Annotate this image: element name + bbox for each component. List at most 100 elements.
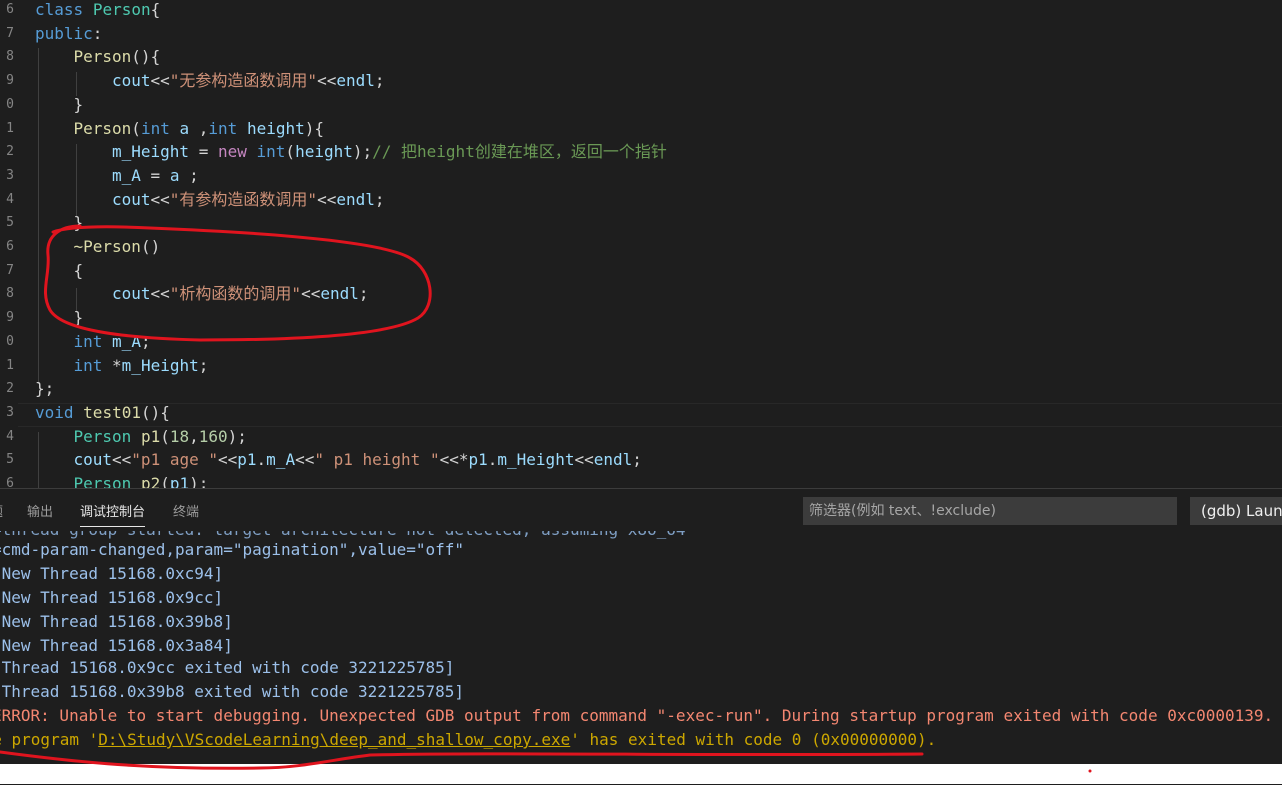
code-token: , <box>189 118 209 138</box>
line-number: 7 <box>6 262 14 278</box>
code-line: cout<<"无参构造函数调用"<<endl; <box>112 69 385 93</box>
code-token: << <box>150 284 170 304</box>
code-token: ); <box>352 142 373 162</box>
line-number: 8 <box>6 286 14 302</box>
code-line: cout<<"析构函数的调用"<<endl; <box>112 282 369 306</box>
code-editor[interactable]: 678901234567890123456 class Person{publi… <box>0 0 1282 488</box>
code-token: = <box>189 142 218 162</box>
code-line: Person p2(p1); <box>74 472 209 488</box>
code-token: cout <box>112 284 151 304</box>
launch-config-select[interactable]: (gdb) Launch <box>1190 497 1282 525</box>
code-token: test01 <box>83 402 141 422</box>
line-number: 6 <box>6 2 14 17</box>
exit-prefix: The program ' <box>0 730 99 749</box>
code-line: } <box>74 211 84 235</box>
code-token: ; <box>632 450 642 470</box>
code-token: m_Height <box>112 142 190 162</box>
tab-output[interactable]: 输出 <box>27 501 53 520</box>
code-token: int <box>256 142 286 162</box>
exit-suffix: ' has exited with code 0 (0x00000000). <box>570 730 937 749</box>
code-token: m_Height <box>121 355 199 375</box>
code-token: m_A <box>112 331 141 351</box>
code-token: endl <box>336 189 375 209</box>
code-line: public: <box>35 22 102 46</box>
console-filter-input[interactable]: 筛选器(例如 text、!exclude) <box>803 497 1177 525</box>
code-token: << <box>218 450 238 470</box>
code-token: (){ <box>140 402 170 422</box>
code-token: << <box>295 450 315 470</box>
code-token: Person <box>92 0 151 19</box>
code-token: p1 <box>169 474 190 488</box>
code-token: ; <box>374 71 385 91</box>
code-line: class Person{ <box>35 0 160 22</box>
code-token: ( <box>160 474 170 488</box>
debug-panel: 题 输出 调试控制台 终端 筛选器(例如 text、!exclude) (gdb… <box>0 488 1282 785</box>
code-line: } <box>74 306 84 330</box>
line-number: 8 <box>6 49 14 65</box>
debug-console-output: =thread-group-started: target architectu… <box>0 531 1282 785</box>
code-token: } <box>73 213 84 233</box>
code-token: . <box>487 450 498 470</box>
code-token: << <box>301 284 321 304</box>
code-token: } <box>73 308 84 328</box>
code-token: { <box>150 0 161 19</box>
code-token: p1 <box>237 450 257 470</box>
code-token: ){ <box>304 118 324 138</box>
code-token: <<* <box>439 450 469 470</box>
line-number-gutter: 6 7 8 9 0 1 2 3 4 5 6 7 8 9 0 1 2 3 4 5 6 <box>0 0 18 488</box>
code-line: int m_A; <box>74 330 151 354</box>
tab-terminal[interactable]: 终端 <box>173 501 199 520</box>
code-line: m_Height = new int(height);// 把height创建在… <box>112 140 667 164</box>
code-token: "无参构造函数调用" <box>169 71 318 91</box>
console-line: [Thread 15168.0x39b8 exited with code 32… <box>0 682 465 701</box>
code-token: void <box>35 402 74 422</box>
line-number: 0 <box>6 333 14 349</box>
line-number: 9 <box>6 73 14 89</box>
code-token: int <box>73 331 103 351</box>
console-error-line: ERROR: Unable to start debugging. Unexpe… <box>0 706 1274 725</box>
code-token: << <box>574 450 594 470</box>
code-token: } <box>73 94 84 114</box>
line-number: 5 <box>6 215 14 231</box>
code-line: Person(){ <box>74 45 161 69</box>
line-number: 9 <box>6 310 14 326</box>
code-line: ~Person() <box>74 235 161 259</box>
code-line: int *m_Height; <box>74 354 209 378</box>
code-token: = <box>140 165 170 185</box>
code-token: ; <box>374 189 385 209</box>
code-token: int <box>208 118 238 138</box>
line-number: 3 <box>6 404 14 420</box>
console-exit-line: The program 'D:\Study\VScodeLearning\dee… <box>0 728 936 752</box>
code-token: new <box>217 142 247 162</box>
program-path-link[interactable]: D:\Study\VScodeLearning\deep_and_shallow… <box>98 730 570 749</box>
code-token: * <box>102 355 122 375</box>
code-token: "p1 age " <box>131 450 218 470</box>
tab-debug-console[interactable]: 调试控制台 <box>80 501 146 527</box>
bottom-edge <box>0 764 1282 784</box>
code-line: Person(int a ,int height){ <box>74 117 325 141</box>
tab-problems[interactable]: 题 <box>0 501 3 520</box>
code-token: cout <box>112 189 151 209</box>
code-token: Person <box>73 474 132 488</box>
code-line: cout<<"有参构造函数调用"<<endl; <box>112 188 385 212</box>
code-token: : <box>92 23 103 43</box>
code-token: ; <box>198 355 209 375</box>
code-token: p1 <box>140 426 161 446</box>
line-number: 6 <box>6 476 14 488</box>
code-token: 160 <box>198 426 228 446</box>
code-token: cout <box>112 71 151 91</box>
code-token: ); <box>227 426 247 446</box>
code-token: ~Person <box>73 237 141 256</box>
code-token: ( <box>160 426 170 446</box>
code-token: "析构函数的调用" <box>169 284 302 304</box>
code-token: "有参构造函数调用" <box>169 189 318 209</box>
code-token: ( <box>285 142 296 162</box>
code-token: ); <box>189 474 209 488</box>
console-line: [Thread 15168.0x9cc exited with code 322… <box>0 658 455 677</box>
indent-guide <box>76 144 77 216</box>
line-number: 6 <box>6 239 14 254</box>
code-token: class <box>35 0 84 19</box>
code-line: Person p1(18,160); <box>74 425 247 449</box>
code-token: m_Height <box>497 450 575 470</box>
